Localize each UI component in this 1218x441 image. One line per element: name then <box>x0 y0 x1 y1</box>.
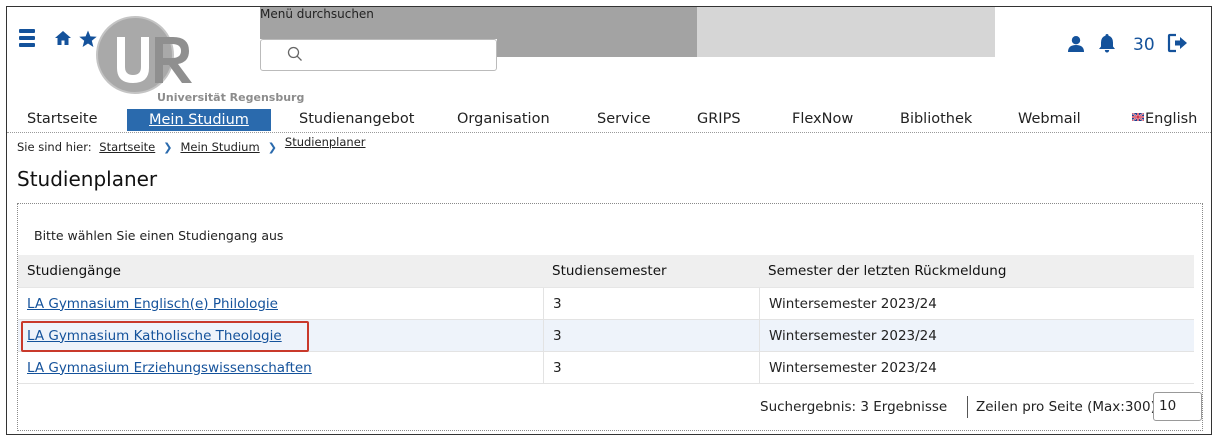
table-header-row: Studiengänge Studiensemester Semester de… <box>18 255 1194 288</box>
semester-cell: 3 <box>543 288 759 319</box>
header: Universität Regensburg Menü durchsuchen … <box>7 7 1211 107</box>
search-icon <box>287 46 302 61</box>
uk-flag-icon <box>1132 113 1144 121</box>
nav-item-startseite[interactable]: Startseite <box>27 111 98 127</box>
result-count: Suchergebnis: 3 Ergebnisse <box>760 399 948 415</box>
search-input[interactable] <box>260 39 497 71</box>
nav-item-service[interactable]: Service <box>597 111 651 127</box>
column-header-semester[interactable]: Studiensemester <box>543 255 759 287</box>
university-logo <box>96 16 192 94</box>
header-banner-dark <box>497 7 697 57</box>
rows-per-page-label: Zeilen pro Seite (Max:300) <box>976 399 1156 415</box>
study-programs-table: Studiengänge Studiensemester Semester de… <box>18 255 1194 384</box>
column-header-last-registration[interactable]: Semester der letzten Rückmeldung <box>759 255 1194 287</box>
study-program-panel: Bitte wählen Sie einen Studiengang aus S… <box>17 203 1203 431</box>
page-title: Studienplaner <box>17 167 158 191</box>
user-icon[interactable] <box>1067 35 1085 53</box>
table-row[interactable]: LA Gymnasium Erziehungswissenschaften 3 … <box>18 352 1194 384</box>
breadcrumb-prefix: Sie sind hier: <box>17 140 92 154</box>
nav-item-studienangebot[interactable]: Studienangebot <box>299 111 414 127</box>
table-row[interactable]: LA Gymnasium Englisch(e) Philologie 3 Wi… <box>18 288 1194 320</box>
nav-item-english-label: English <box>1145 111 1198 127</box>
last-registration-cell: Wintersemester 2023/24 <box>759 288 1194 319</box>
university-caption: Universität Regensburg <box>157 91 305 104</box>
browser-frame: Universität Regensburg Menü durchsuchen … <box>6 6 1212 435</box>
selection-highlight-box <box>21 321 309 352</box>
notification-count[interactable]: 30 <box>1133 35 1155 55</box>
menu-icon[interactable] <box>19 29 35 47</box>
breadcrumb-studienplaner[interactable]: Studienplaner <box>285 135 366 149</box>
breadcrumb: Sie sind hier: Startseite ❯ Mein Studium ❯ S… <box>17 135 366 154</box>
logout-icon[interactable] <box>1167 33 1189 53</box>
footer-divider <box>967 396 968 418</box>
nav-item-webmail[interactable]: Webmail <box>1018 111 1081 127</box>
program-link[interactable]: LA Gymnasium Englisch(e) Philologie <box>27 296 278 312</box>
nav-item-organisation[interactable]: Organisation <box>457 111 550 127</box>
nav-item-grips[interactable]: GRIPS <box>697 111 741 127</box>
nav-item-bibliothek[interactable]: Bibliothek <box>900 111 972 127</box>
search-label: Menü durchsuchen <box>260 7 374 21</box>
nav-item-flexnow[interactable]: FlexNow <box>792 111 853 127</box>
column-header-programs[interactable]: Studiengänge <box>18 255 543 287</box>
bell-icon[interactable] <box>1098 33 1116 53</box>
program-cell: LA Gymnasium Englisch(e) Philologie <box>18 288 543 319</box>
chevron-right-icon: ❯ <box>163 141 173 154</box>
program-link[interactable]: LA Gymnasium Erziehungswissenschaften <box>27 360 312 376</box>
semester-cell: 3 <box>543 352 759 383</box>
chevron-right-icon: ❯ <box>267 141 277 154</box>
selection-prompt: Bitte wählen Sie einen Studiengang aus <box>34 228 284 243</box>
rows-per-page-input[interactable]: 10 <box>1153 392 1202 421</box>
last-registration-cell: Wintersemester 2023/24 <box>759 320 1194 351</box>
program-cell: LA Gymnasium Erziehungswissenschaften <box>18 352 543 383</box>
semester-cell: 3 <box>543 320 759 351</box>
breadcrumb-mein-studium[interactable]: Mein Studium <box>180 140 259 154</box>
header-banner-light <box>697 7 995 57</box>
nav-item-mein-studium[interactable]: Mein Studium <box>127 109 271 131</box>
table-row[interactable]: LA Gymnasium Katholische Theologie 3 Win… <box>18 320 1194 352</box>
main-navigation: Startseite Mein Studium Studienangebot O… <box>7 109 1211 133</box>
nav-item-english[interactable]: English <box>1132 111 1197 127</box>
breadcrumb-startseite[interactable]: Startseite <box>99 140 155 154</box>
last-registration-cell: Wintersemester 2023/24 <box>759 352 1194 383</box>
table-footer: Suchergebnis: 3 Ergebnisse Zeilen pro Se… <box>18 385 1204 431</box>
home-icon[interactable] <box>54 29 72 47</box>
